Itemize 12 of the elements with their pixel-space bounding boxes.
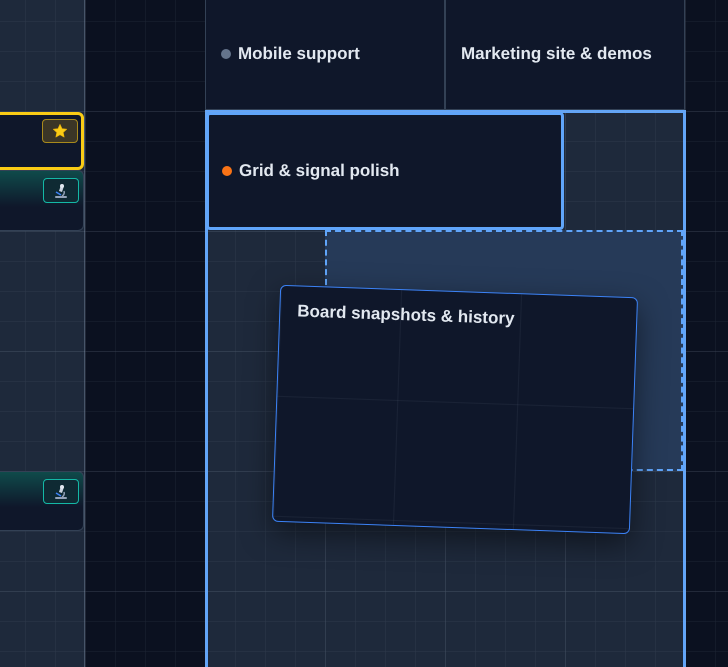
microscope-icon <box>43 178 79 203</box>
card[interactable]: Marketing site & demos <box>445 0 685 110</box>
card-title: Mobile support <box>238 43 360 66</box>
card-title: Marketing site & demos <box>461 43 652 66</box>
card[interactable]: Grid & signal polish <box>206 112 564 230</box>
microscope-icon <box>43 479 79 504</box>
card-title: Grid & signal polish <box>239 160 400 182</box>
card-title: Board snapshots & history <box>297 301 515 328</box>
dragged-card[interactable]: Board snapshots & history <box>272 284 638 534</box>
card[interactable] <box>0 170 84 231</box>
card[interactable]: Mobile support <box>205 0 445 110</box>
card[interactable] <box>0 471 84 531</box>
